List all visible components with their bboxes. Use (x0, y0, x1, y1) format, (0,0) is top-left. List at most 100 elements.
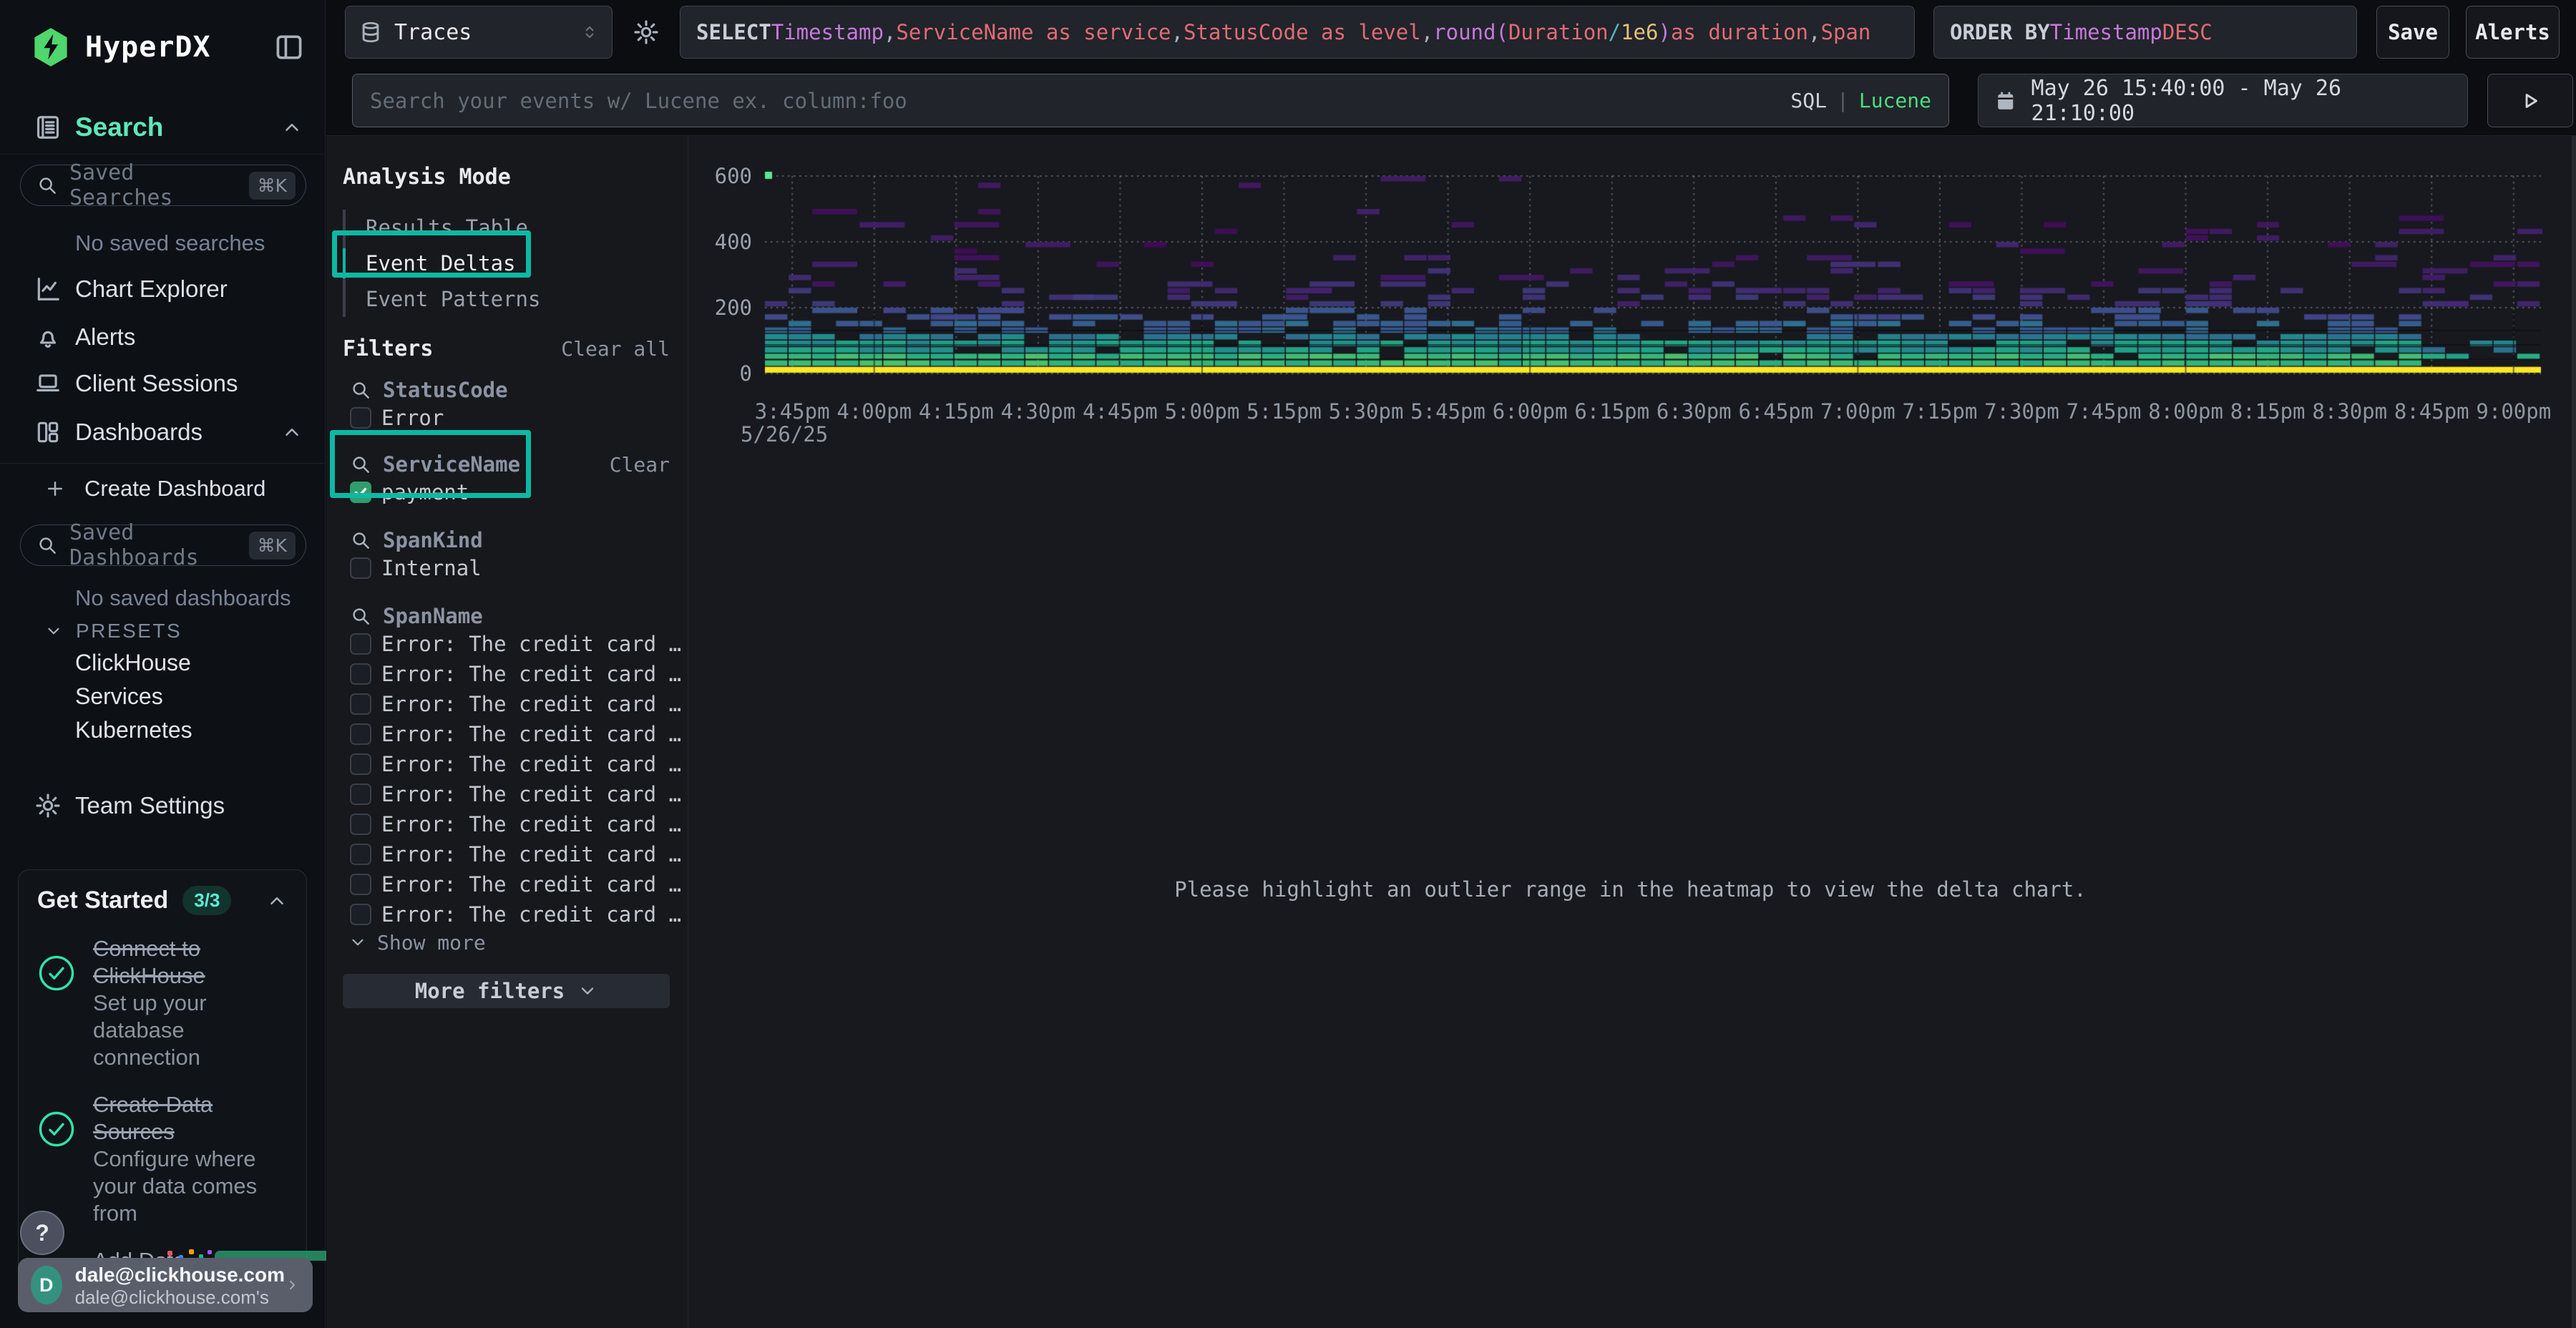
filter-option-spanname[interactable]: Error: The credit card … (343, 749, 670, 779)
run-query-button[interactable] (2487, 74, 2573, 127)
create-dashboard-button[interactable]: Create Dashboard (0, 472, 326, 505)
filter-option-error[interactable]: Error (343, 403, 670, 433)
saved-dashboards-placeholder: Saved Dashboards (69, 520, 249, 570)
chevron-up-icon[interactable] (281, 421, 303, 443)
sidebar-item-label: Alerts (75, 323, 135, 351)
search-icon[interactable] (350, 529, 371, 551)
analysis-mode-results-table[interactable]: Results Table (346, 210, 670, 245)
clear-all-filters-link[interactable]: Clear all (561, 337, 670, 361)
sidebar-item-alerts[interactable]: Alerts (0, 320, 326, 354)
filter-option-spanname[interactable]: Error: The credit card … (343, 689, 670, 719)
sidebar-item-client-sessions[interactable]: Client Sessions (0, 366, 326, 401)
time-range-picker[interactable]: May 26 15:40:00 - May 26 21:10:00 (1978, 74, 2468, 127)
checkbox-unchecked[interactable] (350, 753, 371, 775)
get-started-item-title: Connect to ClickHouse (93, 935, 288, 990)
show-more-link[interactable]: Show more (343, 929, 670, 955)
more-filters-button[interactable]: More filters (343, 974, 670, 1008)
get-started-item[interactable]: Create Data SourcesConfigure where your … (37, 1091, 288, 1227)
sql-token: ORDER BY (1950, 20, 2050, 44)
sidebar-item-search[interactable]: Search (0, 111, 326, 144)
filter-option-spanname[interactable]: Error: The credit card … (343, 869, 670, 899)
sql-token: ) (1658, 20, 1670, 44)
checkbox-unchecked[interactable] (350, 783, 371, 805)
shortcut-badge: ⌘K (249, 172, 296, 200)
checkbox-unchecked[interactable] (350, 407, 371, 429)
saved-searches-input[interactable]: Saved Searches ⌘K (20, 165, 306, 206)
filter-option-label: Error: The credit card … (381, 722, 681, 746)
search-icon[interactable] (350, 454, 371, 475)
app-title: HyperDX (85, 31, 211, 64)
help-button[interactable]: ? (20, 1211, 64, 1255)
sql-token: ServiceName as service (896, 20, 1171, 44)
sql-token: DESC (2162, 20, 2212, 44)
preset-item-services[interactable]: Services (75, 683, 163, 710)
sql-token: ( (1496, 20, 1508, 44)
checkbox-unchecked[interactable] (350, 844, 371, 865)
sql-mode-toggle[interactable]: SQL (1790, 89, 1827, 112)
save-button[interactable]: Save (2376, 6, 2449, 59)
filter-option-spanname[interactable]: Error: The credit card … (343, 779, 670, 809)
get-started-progress-badge: 3/3 (182, 886, 231, 915)
filter-option-internal[interactable]: Internal (343, 553, 670, 583)
sql-token: 1e6 (1621, 20, 1658, 44)
preset-item-clickhouse[interactable]: ClickHouse (75, 650, 191, 676)
chevron-up-icon[interactable] (281, 117, 303, 138)
sql-select-input[interactable]: SELECT Timestamp, ServiceName as service… (680, 6, 1915, 59)
laptop-icon (34, 370, 62, 397)
duration-heatmap[interactable] (763, 169, 2542, 378)
source-select[interactable]: Traces (345, 6, 613, 59)
show-more-label: Show more (377, 931, 486, 954)
checkbox-unchecked[interactable] (350, 904, 371, 925)
saved-dashboards-input[interactable]: Saved Dashboards ⌘K (20, 524, 306, 566)
checkbox-unchecked[interactable] (350, 663, 371, 685)
checkbox-unchecked[interactable] (350, 814, 371, 835)
order-by-input[interactable]: ORDER BY Timestamp DESC (1933, 6, 2357, 59)
user-org: dale@clickhouse.com's (75, 1286, 285, 1308)
event-search-input[interactable]: Search your events w/ Lucene ex. column:… (352, 74, 1949, 127)
chevron-down-icon (348, 933, 367, 952)
filter-group-statuscode: StatusCode Error (343, 377, 670, 433)
user-menu[interactable]: D dale@clickhouse.com dale@clickhouse.co… (18, 1258, 313, 1312)
checkbox-unchecked[interactable] (350, 557, 371, 579)
checkbox-checked[interactable] (350, 482, 371, 503)
scrollbar-track[interactable] (2572, 136, 2576, 1328)
checkbox-unchecked[interactable] (350, 723, 371, 745)
clear-servicename-link[interactable]: Clear (610, 453, 670, 477)
sql-token: , (1808, 20, 1820, 44)
filter-option-spanname[interactable]: Error: The credit card … (343, 719, 670, 749)
filter-option-spanname[interactable]: Error: The credit card … (343, 659, 670, 689)
source-settings-gear-icon[interactable] (633, 19, 660, 46)
alerts-button[interactable]: Alerts (2466, 6, 2560, 59)
preset-item-kubernetes[interactable]: Kubernetes (75, 717, 192, 743)
sidebar-item-chart-explorer[interactable]: Chart Explorer (0, 272, 326, 306)
collapse-sidebar-icon[interactable] (273, 31, 305, 63)
filter-option-spanname[interactable]: Error: The credit card … (343, 839, 670, 869)
analysis-mode-event-deltas[interactable]: Event Deltas (346, 245, 670, 281)
check-circle-icon (37, 935, 83, 1071)
sidebar-item-dashboards[interactable]: Dashboards (0, 415, 326, 449)
search-icon[interactable] (350, 605, 371, 627)
filter-option-spanname[interactable]: Error: The credit card … (343, 899, 670, 929)
filter-option-payment[interactable]: payment (343, 477, 670, 507)
lucene-mode-toggle[interactable]: Lucene (1859, 89, 1931, 112)
sidebar-item-team-settings[interactable]: Team Settings (0, 788, 326, 823)
filters-title: Filters (343, 336, 433, 361)
database-icon (358, 20, 383, 44)
divider (0, 154, 326, 155)
app-logo[interactable]: HyperDX (32, 27, 211, 67)
analysis-mode-event-patterns[interactable]: Event Patterns (346, 281, 670, 317)
checkbox-unchecked[interactable] (350, 693, 371, 715)
checkbox-unchecked[interactable] (350, 633, 371, 655)
sql-token: Timestamp (2050, 20, 2162, 44)
chevron-down-icon (44, 622, 63, 640)
get-started-item[interactable]: Connect to ClickHouseSet up your databas… (37, 935, 288, 1071)
presets-section-toggle[interactable]: PRESETS (44, 620, 182, 643)
filter-option-spanname[interactable]: Error: The credit card … (343, 809, 670, 839)
chevron-up-icon[interactable] (266, 890, 288, 912)
search-icon[interactable] (350, 379, 371, 401)
y-axis-tick-label: 600 (689, 164, 752, 188)
sidebar-item-label: Dashboards (75, 419, 203, 446)
filter-option-spanname[interactable]: Error: The credit card … (343, 629, 670, 659)
checkbox-unchecked[interactable] (350, 874, 371, 895)
delta-chart-panel: 0200400600 3:45pm4:00pm4:15pm4:30pm4:45p… (689, 136, 2572, 1328)
